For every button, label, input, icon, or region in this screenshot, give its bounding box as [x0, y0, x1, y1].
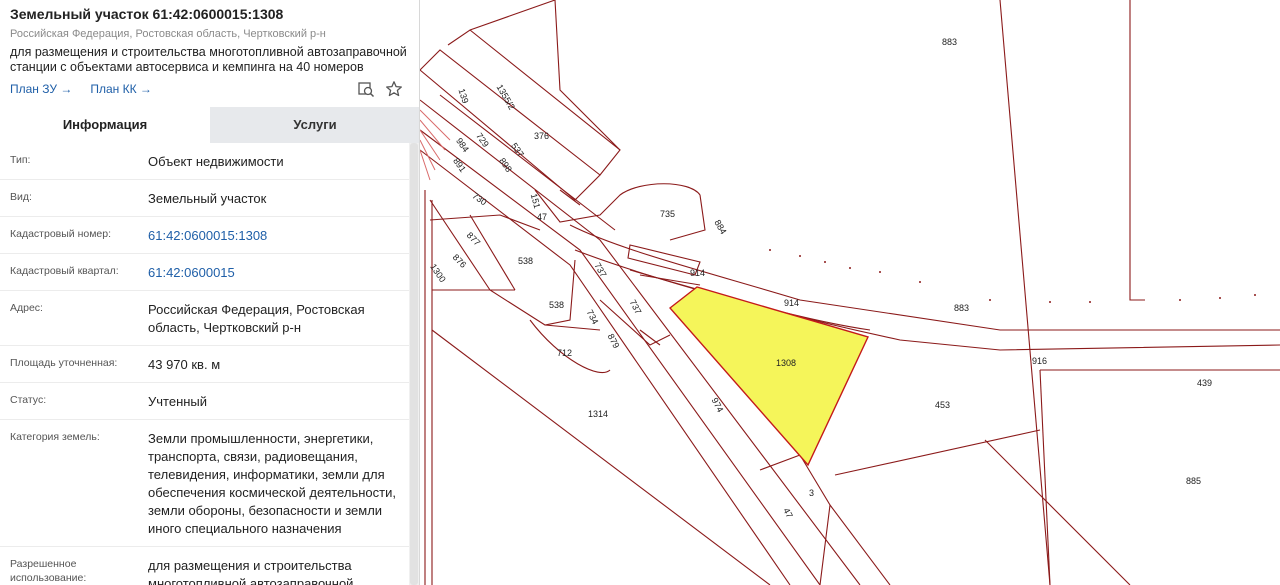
map-label: 712: [557, 348, 573, 358]
panel-scrollbar[interactable]: [409, 143, 419, 585]
info-key: Площадь уточненная:: [10, 357, 118, 369]
panel-tabs: Информация Услуги: [0, 107, 419, 143]
info-key: Вид:: [10, 191, 32, 203]
info-value: Учтенный: [148, 394, 208, 409]
cadastral-number-link[interactable]: 61:42:0600015:1308: [148, 227, 410, 245]
info-value: Земли промышленности, энергетики, трансп…: [148, 431, 396, 536]
map-label: 885: [1186, 476, 1202, 486]
info-key: Тип:: [10, 154, 31, 166]
info-value: Земельный участок: [148, 191, 267, 206]
map-label: 439: [1197, 378, 1213, 388]
info-row-type: Тип: Объект недвижимости: [0, 143, 410, 180]
info-value: Российская Федерация, Ростовская область…: [148, 302, 365, 335]
map-label: 538: [549, 300, 565, 310]
map-label: 883: [942, 37, 958, 47]
info-row-permitted-use: Разрешенное использование: для размещени…: [0, 547, 410, 585]
plan-kk-link[interactable]: План КК →: [90, 82, 152, 96]
info-row-cadastral-quarter: Кадастровый квартал: 61:42:0600015: [0, 254, 410, 291]
map-label: 3: [809, 488, 815, 498]
map-label: 1308: [776, 358, 797, 368]
selected-parcel[interactable]: [668, 286, 869, 467]
info-value: Объект недвижимости: [148, 154, 284, 169]
parcel-info-panel: Земельный участок 61:42:0600015:1308 Рос…: [0, 0, 420, 585]
search-on-map-icon[interactable]: [357, 80, 375, 98]
info-key: Статус:: [10, 394, 47, 406]
cadastral-quarter-link[interactable]: 61:42:0600015: [148, 264, 410, 282]
info-row-address: Адрес: Российская Федерация, Ростовская …: [0, 291, 410, 346]
map-label: 914: [784, 298, 800, 308]
info-row-area: Площадь уточненная: 43 970 кв. м: [0, 346, 410, 383]
info-row-status: Статус: Учтенный: [0, 383, 410, 420]
plan-links: План ЗУ → План КК →: [10, 82, 152, 96]
info-value: 43 970 кв. м: [148, 357, 221, 372]
star-icon[interactable]: [385, 80, 403, 98]
tab-information[interactable]: Информация: [0, 107, 210, 143]
map-label: 914: [690, 268, 706, 278]
panel-header: Земельный участок 61:42:0600015:1308 Рос…: [0, 0, 419, 107]
map-label: 453: [935, 400, 951, 410]
map-label: 538: [518, 256, 534, 266]
plan-zu-link[interactable]: План ЗУ →: [10, 82, 72, 96]
map-label: 47: [537, 212, 548, 222]
map-label: 883: [954, 303, 970, 313]
info-key: Кадастровый квартал:: [10, 265, 119, 277]
info-row-land-category: Категория земель: Земли промышленности, …: [0, 420, 410, 547]
info-row-cadastral-number: Кадастровый номер: 61:42:0600015:1308: [0, 217, 410, 254]
tab-services[interactable]: Услуги: [210, 107, 419, 143]
info-key: Адрес:: [10, 302, 43, 314]
info-key: Разрешенное использование:: [10, 558, 87, 584]
info-key: Кадастровый номер:: [10, 228, 112, 240]
parcel-purpose: для размещения и строительства многотопл…: [10, 45, 407, 74]
parcel-subtitle: Российская Федерация, Ростовская область…: [10, 28, 326, 40]
parcel-title: Земельный участок 61:42:0600015:1308: [10, 6, 284, 22]
info-value: для размещения и строительства многотопл…: [148, 558, 354, 585]
map-label: 1314: [588, 409, 609, 419]
header-actions: [357, 80, 403, 98]
info-key: Категория земель:: [10, 431, 100, 443]
info-table: Тип: Объект недвижимости Вид: Земельный …: [0, 143, 410, 585]
info-row-kind: Вид: Земельный участок: [0, 180, 410, 217]
map-label: 735: [660, 209, 676, 219]
scrollbar-thumb[interactable]: [410, 143, 418, 585]
map-label: 376: [534, 131, 550, 141]
map-label: 916: [1032, 356, 1048, 366]
